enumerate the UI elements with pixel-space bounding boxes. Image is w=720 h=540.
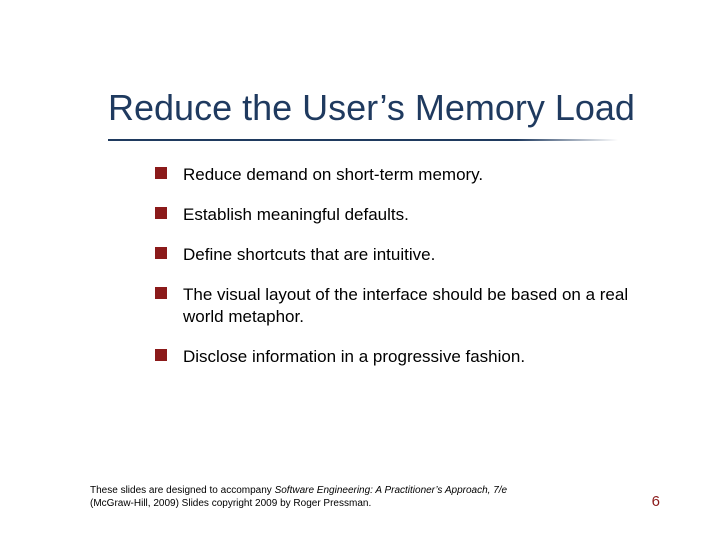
footer-citation: These slides are designed to accompany S… bbox=[90, 485, 610, 510]
bullet-text: The visual layout of the interface shoul… bbox=[183, 284, 635, 328]
square-bullet-icon bbox=[155, 167, 167, 179]
slide: Reduce the User’s Memory Load Reduce dem… bbox=[0, 0, 720, 540]
footer-text: (McGraw-Hill, 2009) Slides copyright 200… bbox=[90, 498, 371, 509]
list-item: Disclose information in a progressive fa… bbox=[155, 346, 635, 368]
footer-text: These slides are designed to accompany bbox=[90, 485, 275, 496]
list-item: Reduce demand on short-term memory. bbox=[155, 164, 635, 186]
title-underline bbox=[108, 139, 618, 141]
bullet-text: Reduce demand on short-term memory. bbox=[183, 164, 635, 186]
bullet-list: Reduce demand on short-term memory. Esta… bbox=[155, 164, 635, 387]
square-bullet-icon bbox=[155, 207, 167, 219]
square-bullet-icon bbox=[155, 349, 167, 361]
bullet-text: Define shortcuts that are intuitive. bbox=[183, 244, 635, 266]
square-bullet-icon bbox=[155, 247, 167, 259]
bullet-text: Establish meaningful defaults. bbox=[183, 204, 635, 226]
list-item: Define shortcuts that are intuitive. bbox=[155, 244, 635, 266]
list-item: Establish meaningful defaults. bbox=[155, 204, 635, 226]
page-number: 6 bbox=[652, 493, 660, 510]
square-bullet-icon bbox=[155, 287, 167, 299]
slide-title: Reduce the User’s Memory Load bbox=[108, 88, 668, 128]
footer-italic: Software Engineering: A Practitioner’s A… bbox=[275, 485, 508, 496]
bullet-text: Disclose information in a progressive fa… bbox=[183, 346, 635, 368]
list-item: The visual layout of the interface shoul… bbox=[155, 284, 635, 328]
